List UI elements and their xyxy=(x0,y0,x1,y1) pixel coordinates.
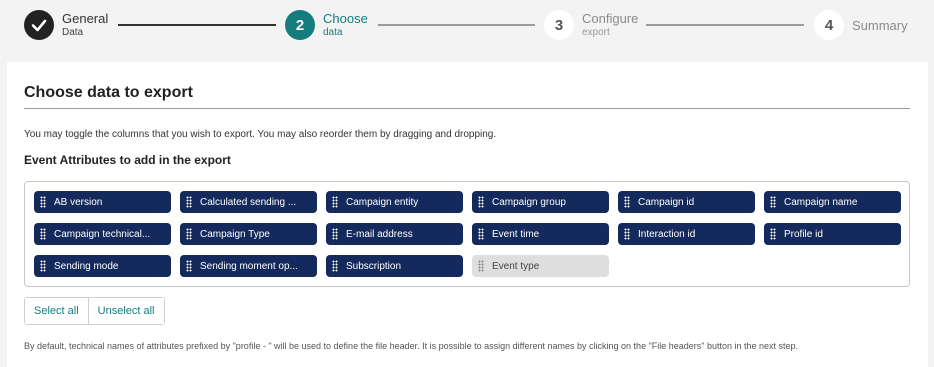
attribute-chip[interactable]: Event time xyxy=(472,223,609,245)
file-header-note: By default, technical names of attribute… xyxy=(24,341,799,351)
step-configure-subtitle: export xyxy=(582,27,610,38)
intro-text: You may toggle the columns that you wish… xyxy=(24,129,497,140)
check-icon xyxy=(31,19,47,32)
step-configure-circle: 3 xyxy=(544,10,574,40)
step-general-subtitle: Data xyxy=(62,27,84,38)
attribute-chip-label: Campaign name xyxy=(784,196,858,208)
step-general-title: General xyxy=(62,11,109,26)
step-choose-subtitle: data xyxy=(323,27,343,38)
connector-1 xyxy=(118,24,276,26)
drag-handle-icon[interactable] xyxy=(332,260,338,272)
attribute-chip-list: AB version Calculated sending ... Campaign… xyxy=(24,181,910,287)
section-title: Event Attributes to add in the export xyxy=(24,153,231,167)
attribute-chip-label: AB version xyxy=(54,196,103,208)
attribute-chip-label: Event type xyxy=(492,260,540,272)
step-choose[interactable]: 2 Choose data xyxy=(285,10,368,40)
drag-handle-icon[interactable] xyxy=(186,196,192,208)
export-stepper: General Data 2 Choose data 3 Configure e… xyxy=(0,0,934,56)
attribute-chip[interactable]: E-mail address xyxy=(326,223,463,245)
drag-handle-icon[interactable] xyxy=(40,260,46,272)
attribute-chip-label: Profile id xyxy=(784,228,823,240)
attribute-chip[interactable]: Interaction id xyxy=(618,223,755,245)
attribute-chip-label: Event time xyxy=(492,228,540,240)
step-configure[interactable]: 3 Configure export xyxy=(544,10,638,40)
attribute-chip[interactable]: Campaign group xyxy=(472,191,609,213)
attribute-chip-label: Sending moment op... xyxy=(200,260,298,272)
attribute-chip[interactable]: Subscription xyxy=(326,255,463,277)
attribute-chip-label: Sending mode xyxy=(54,260,119,272)
attribute-chip[interactable]: Campaign name xyxy=(764,191,901,213)
page-title: Choose data to export xyxy=(24,84,193,101)
drag-handle-icon[interactable] xyxy=(770,196,776,208)
drag-handle-icon[interactable] xyxy=(478,196,484,208)
selection-button-group: Select all Unselect all xyxy=(24,297,165,325)
drag-handle-icon[interactable] xyxy=(478,228,484,240)
attribute-chip-label: Campaign entity xyxy=(346,196,419,208)
step-configure-title: Configure xyxy=(582,11,639,26)
drag-handle-icon[interactable] xyxy=(770,228,776,240)
step-summary-title: Summary xyxy=(852,17,908,33)
step-choose-circle: 2 xyxy=(285,10,315,40)
attribute-chip-label: Interaction id xyxy=(638,228,696,240)
drag-handle-icon[interactable] xyxy=(332,228,338,240)
connector-3 xyxy=(646,24,804,26)
attribute-chip[interactable]: Sending moment op... xyxy=(180,255,317,277)
unselect-all-button[interactable]: Unselect all xyxy=(88,298,164,324)
title-divider xyxy=(24,108,910,109)
attribute-chip[interactable]: Calculated sending ... xyxy=(180,191,317,213)
attribute-chip[interactable]: Campaign entity xyxy=(326,191,463,213)
drag-handle-icon[interactable] xyxy=(40,228,46,240)
attribute-chip-label: Campaign technical... xyxy=(54,228,151,240)
drag-handle-icon[interactable] xyxy=(478,260,484,272)
connector-2 xyxy=(378,24,535,26)
attribute-chip[interactable]: Campaign technical... xyxy=(34,223,171,245)
step-general[interactable]: General Data xyxy=(24,10,108,40)
step-summary-circle: 4 xyxy=(814,10,844,40)
attribute-chip[interactable]: AB version xyxy=(34,191,171,213)
attribute-chip[interactable]: Event type xyxy=(472,255,609,277)
attribute-chip[interactable]: Campaign id xyxy=(618,191,755,213)
choose-data-card: Choose data to export You may toggle the… xyxy=(7,62,928,367)
drag-handle-icon[interactable] xyxy=(40,196,46,208)
attribute-chip-label: Calculated sending ... xyxy=(200,196,297,208)
step-summary[interactable]: 4 Summary xyxy=(814,10,908,40)
attribute-chip-label: Subscription xyxy=(346,260,402,272)
attribute-chip[interactable]: Profile id xyxy=(764,223,901,245)
attribute-chip-label: E-mail address xyxy=(346,228,413,240)
drag-handle-icon[interactable] xyxy=(624,228,630,240)
step-choose-title: Choose xyxy=(323,11,368,26)
step-general-circle xyxy=(24,10,54,40)
attribute-chip-label: Campaign group xyxy=(492,196,566,208)
drag-handle-icon[interactable] xyxy=(186,260,192,272)
attribute-chip-label: Campaign Type xyxy=(200,228,270,240)
drag-handle-icon[interactable] xyxy=(186,228,192,240)
drag-handle-icon[interactable] xyxy=(624,196,630,208)
attribute-chip-label: Campaign id xyxy=(638,196,695,208)
drag-handle-icon[interactable] xyxy=(332,196,338,208)
attribute-chip[interactable]: Campaign Type xyxy=(180,223,317,245)
attribute-chip[interactable]: Sending mode xyxy=(34,255,171,277)
select-all-button[interactable]: Select all xyxy=(25,298,88,324)
